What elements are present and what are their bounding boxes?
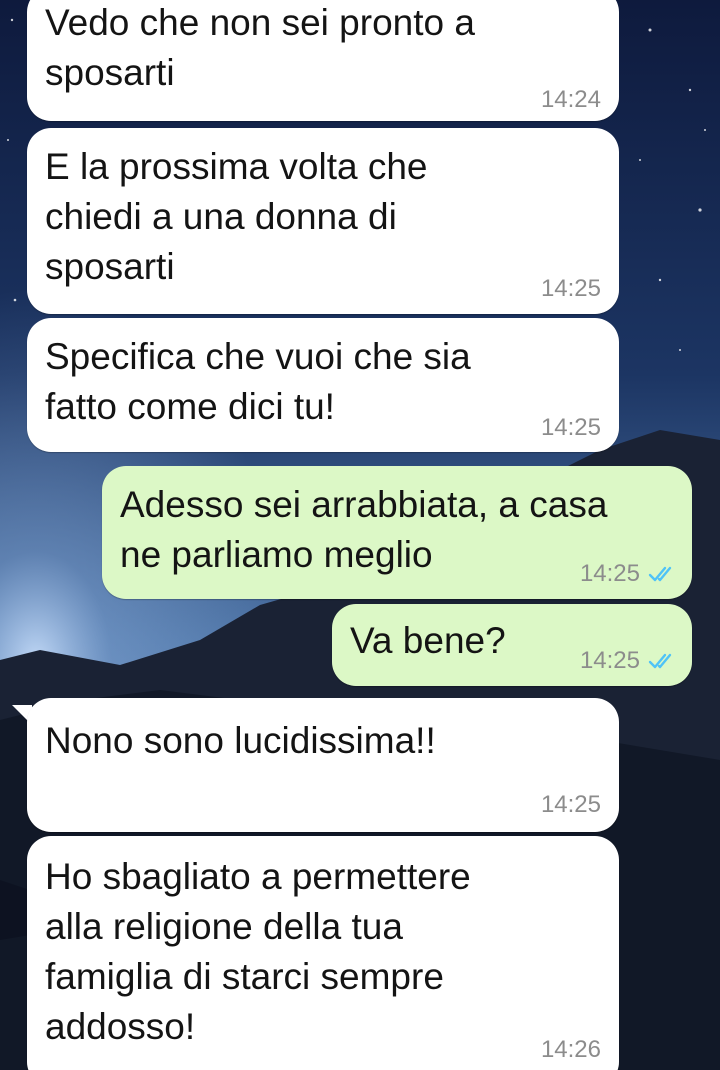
message-bubble-incoming[interactable]: Nono sono lucidissima!! 14:25 (27, 698, 619, 832)
message-bubble-incoming[interactable]: Specifica che vuoi che sia fatto come di… (27, 318, 619, 452)
message-text: Vedo che non sei pronto a sposarti (45, 2, 475, 93)
double-check-icon (648, 566, 672, 582)
message-text: Adesso sei arrabbiata, a casa ne parliam… (120, 484, 608, 575)
message-bubble-incoming[interactable]: E la prossima volta che chiedi a una don… (27, 128, 619, 314)
message-text: Ho sbagliato a permettere alla religione… (45, 856, 471, 1047)
message-timestamp: 14:26 (540, 1036, 601, 1063)
message-text: Va bene? (350, 620, 506, 661)
message-text: E la prossima volta che chiedi a una don… (45, 146, 428, 287)
message-timestamp: 14:25 (540, 414, 601, 441)
message-timestamp: 14:25 (579, 560, 640, 587)
message-bubble-outgoing[interactable]: Va bene? 14:25 (332, 604, 692, 686)
double-check-icon (648, 653, 672, 669)
message-bubble-incoming[interactable]: Vedo che non sei pronto a sposarti 14:24 (27, 0, 619, 121)
message-timestamp: 14:24 (540, 86, 601, 113)
message-timestamp: 14:25 (540, 275, 601, 302)
message-bubble-incoming[interactable]: Ho sbagliato a permettere alla religione… (27, 836, 619, 1070)
message-text: Specifica che vuoi che sia fatto come di… (45, 336, 471, 427)
message-timestamp: 14:25 (579, 647, 640, 674)
message-timestamp: 14:25 (540, 791, 601, 818)
message-bubble-outgoing[interactable]: Adesso sei arrabbiata, a casa ne parliam… (102, 466, 692, 599)
message-text: Nono sono lucidissima!! (45, 720, 436, 761)
